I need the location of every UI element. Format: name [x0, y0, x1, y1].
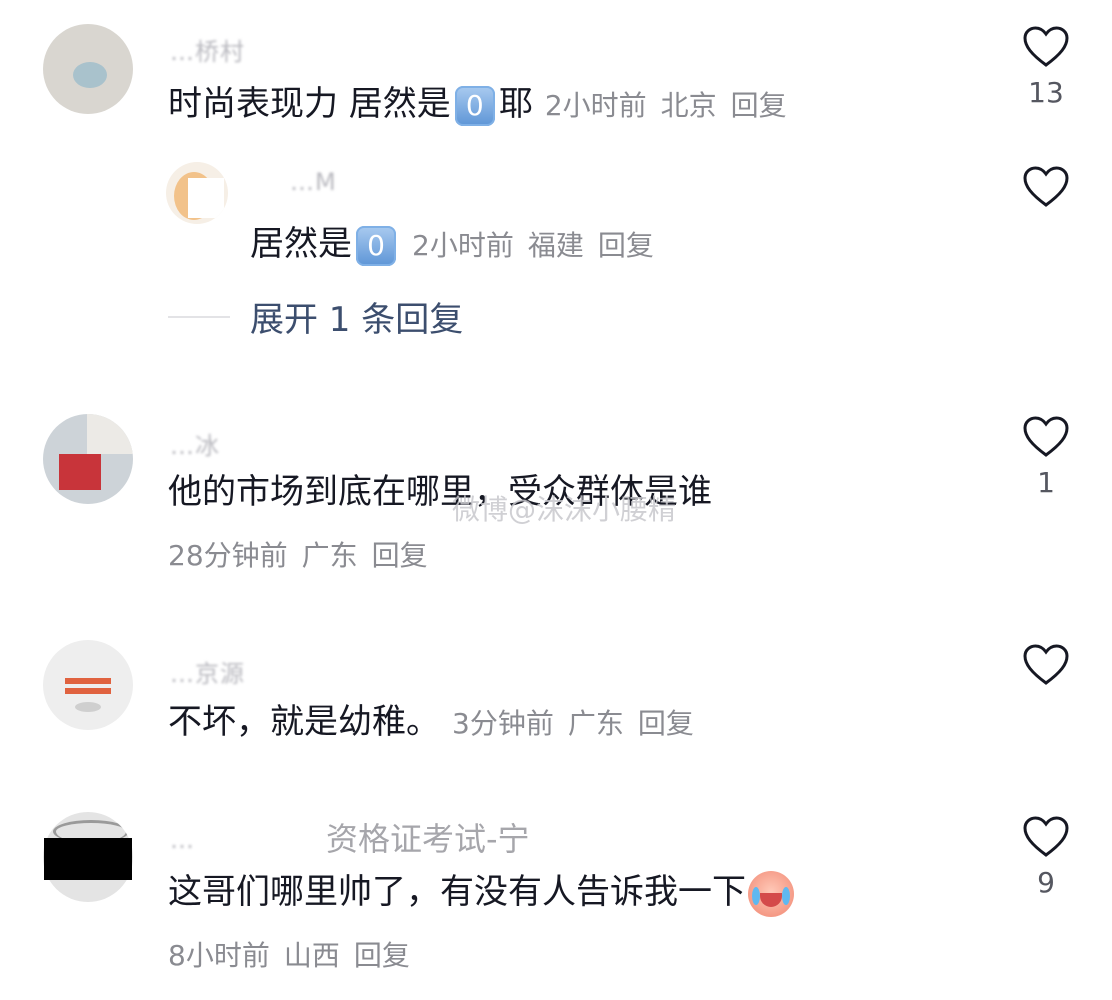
avatar-image: [87, 414, 133, 454]
username[interactable]: …: [170, 826, 195, 854]
timestamp: 2小时前: [412, 229, 514, 262]
comment-text-part: 居然是: [250, 224, 352, 264]
reply-button[interactable]: 回复: [354, 939, 410, 972]
comment-text: 这哥们哪里帅了，有没有人告诉我一下: [168, 870, 794, 917]
avatar[interactable]: [43, 414, 133, 504]
username[interactable]: …M: [290, 168, 337, 196]
username-suffix: 资格证考试-宁: [326, 820, 530, 858]
timestamp: 2小时前: [544, 89, 647, 122]
heart-icon: [1023, 166, 1069, 207]
avatar-image: [59, 454, 101, 490]
like-count: 9: [1037, 866, 1055, 899]
like-button[interactable]: 13: [1020, 26, 1072, 109]
avatar[interactable]: [43, 24, 133, 114]
timestamp: 8小时前: [168, 939, 270, 972]
like-button[interactable]: 1: [1020, 416, 1072, 499]
comment-meta: 8小时前 山西 回复: [168, 934, 410, 974]
heart-icon: [1023, 416, 1069, 457]
like-count: 13: [1028, 76, 1064, 109]
avatar[interactable]: [166, 162, 228, 224]
location: 广东: [301, 539, 358, 572]
watermark: 微博@沫沫小腰精: [452, 493, 677, 526]
zero-emoji-badge: 0: [454, 85, 495, 126]
avatar-image: [75, 702, 101, 712]
location: 福建: [527, 229, 584, 262]
like-button[interactable]: [1020, 166, 1072, 216]
comment-meta: 2小时前 北京 回复: [545, 89, 787, 122]
timestamp: 3分钟前: [452, 707, 554, 740]
reply-button[interactable]: 回复: [598, 229, 654, 262]
comment-text: 时尚表现力 居然是 0 耶 2小时前 北京 回复: [168, 82, 787, 128]
comment-text: 居然是 0 2小时前 福建 回复: [250, 222, 654, 268]
redaction-bar: [44, 838, 132, 880]
reply-button[interactable]: 回复: [731, 89, 787, 122]
heart-icon: [1023, 26, 1069, 67]
timestamp: 28分钟前: [168, 539, 288, 572]
comment-meta: 3分钟前 广东 回复: [452, 707, 694, 740]
expand-divider: [168, 316, 230, 318]
reply-button[interactable]: 回复: [372, 539, 428, 572]
comment-text: 不坏，就是幼稚。 3分钟前 广东 回复: [168, 700, 694, 746]
comment-text-part: 耶: [498, 84, 533, 124]
location: 广东: [567, 707, 624, 740]
expand-replies-button[interactable]: 展开 1 条回复: [250, 292, 463, 341]
comment-meta: 2小时前 福建 回复: [412, 229, 654, 262]
username[interactable]: …冰: [170, 426, 220, 461]
comment-text-part: 这哥们哪里帅了，有没有人告诉我一下: [168, 872, 746, 912]
username[interactable]: …桥村: [170, 32, 245, 67]
crying-laughing-icon: [748, 870, 794, 917]
location: 北京: [660, 89, 717, 122]
avatar[interactable]: [43, 640, 133, 730]
zero-emoji-badge: 0: [356, 225, 396, 266]
avatar-image: [188, 178, 224, 218]
username[interactable]: …京源: [170, 654, 245, 689]
heart-icon: [1023, 644, 1069, 685]
heart-icon: [1023, 816, 1069, 857]
like-button[interactable]: 9: [1020, 816, 1072, 899]
like-button[interactable]: [1020, 644, 1072, 694]
comment-text-part: 不坏，就是幼稚。: [168, 702, 440, 742]
comment-meta: 28分钟前 广东 回复: [168, 534, 428, 574]
comment-text-part: 时尚表现力 居然是: [168, 84, 451, 124]
location: 山西: [283, 939, 340, 972]
reply-button[interactable]: 回复: [638, 707, 694, 740]
avatar-image: [65, 678, 111, 684]
avatar-image: [73, 62, 107, 88]
like-count: 1: [1037, 466, 1055, 499]
